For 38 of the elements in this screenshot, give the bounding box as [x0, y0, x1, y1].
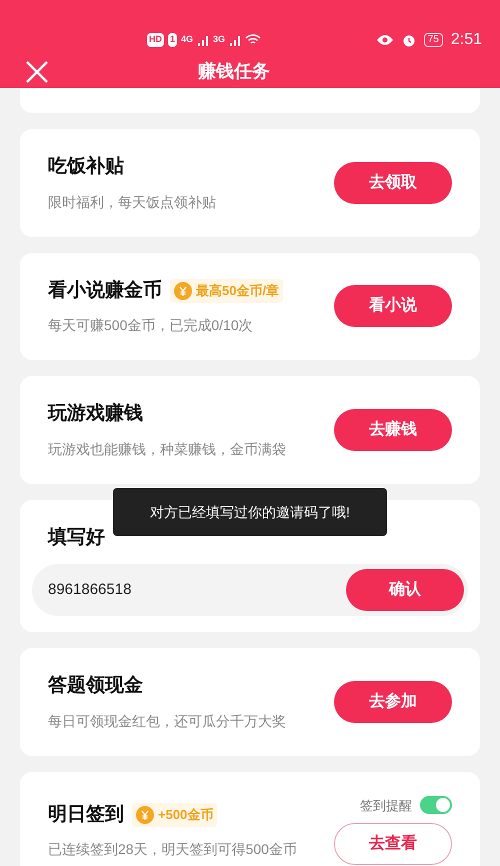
wifi-icon	[245, 34, 262, 46]
task-description: 每天可赚500金币，已完成0/10次	[48, 316, 254, 335]
task-title: 填写好	[46, 526, 106, 550]
task-title: 吃饭补贴	[48, 154, 124, 179]
action-button[interactable]: 去参加	[334, 680, 452, 723]
coin-icon	[136, 806, 154, 824]
reward-badge-text: 最高50金币/章	[196, 282, 280, 300]
action-button[interactable]: 看小说	[334, 285, 452, 328]
reminder-toggle[interactable]	[420, 796, 452, 814]
network-label: 4G	[181, 33, 194, 46]
page-title: 赚钱任务	[198, 60, 270, 83]
action-button[interactable]: 去查看	[334, 823, 452, 865]
task-description: 每日可领现金红包，还可瓜分千万大奖	[48, 712, 286, 730]
battery-level: 75	[424, 33, 443, 47]
action-button[interactable]: 确认	[346, 569, 464, 611]
alarm-icon	[402, 33, 416, 47]
coin-icon	[174, 282, 192, 300]
hd-indicator: HD	[147, 33, 164, 47]
task-description: 限时福利，每天饭点领补贴	[48, 192, 216, 212]
task-description: 已连续签到28天，明天签到可得500金币	[48, 840, 297, 859]
network-label: 3G	[213, 33, 226, 46]
action-button[interactable]: 去赚钱	[334, 408, 452, 451]
task-title: 答题领现金	[48, 674, 143, 698]
action-button[interactable]: 去领取	[334, 162, 452, 204]
signal-icon	[229, 34, 242, 46]
task-title: 看小说赚金币	[48, 278, 162, 302]
signal-icon	[197, 34, 210, 46]
task-title: 玩游戏赚钱	[48, 402, 143, 426]
eye-icon	[376, 34, 394, 46]
task-title: 明日签到	[48, 802, 124, 826]
clock-time: 2:51	[450, 30, 482, 50]
reminder-label: 签到提醒	[360, 796, 412, 814]
sim-indicator: 1	[168, 33, 178, 47]
reward-badge-text: +500金币	[158, 806, 214, 824]
invite-code-field[interactable]: 8961866518 确认	[32, 564, 468, 616]
task-description: 玩游戏也能赚钱，种菜赚钱，金币满袋	[48, 440, 286, 458]
close-icon[interactable]	[24, 58, 50, 84]
toast-message: 对方已经填写过你的邀请码了哦!	[113, 488, 387, 536]
